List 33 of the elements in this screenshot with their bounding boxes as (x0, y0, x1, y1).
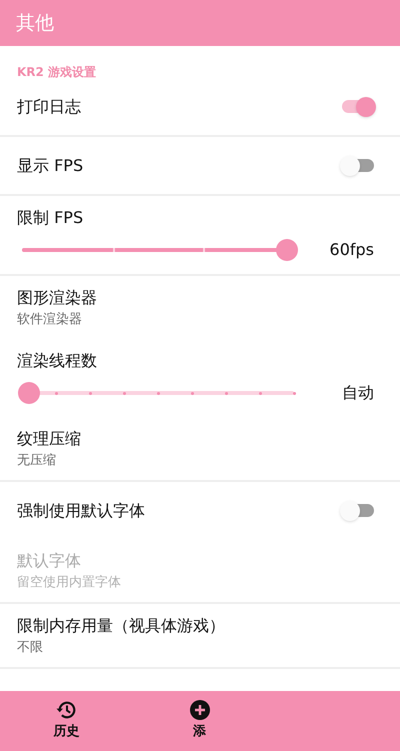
slider-thumb[interactable] (276, 239, 298, 261)
section-header: KR2 游戏设置 (17, 65, 96, 79)
settings-row[interactable]: 打印日志 (0, 78, 400, 135)
nav-item[interactable]: 历史 (0, 691, 133, 751)
settings-row[interactable]: 强制使用默认字体 (0, 482, 400, 539)
setting-title: 图形渲染器 (17, 286, 98, 309)
slider-track[interactable] (18, 382, 298, 404)
settings-row[interactable]: 图形渲染器 软件渲染器 (0, 276, 400, 339)
setting-title: 强制使用默认字体 (17, 500, 145, 522)
settings-row[interactable]: 显示 FPS (0, 137, 400, 194)
setting-title: 显示 FPS (17, 154, 84, 176)
setting-value: 留空使用内置字体 (17, 574, 122, 592)
setting-title: 打印日志 (17, 96, 81, 118)
setting-title: 限制内存用量（视具体游戏） (17, 614, 226, 637)
settings-row[interactable]: 纹理压缩 无压缩 (0, 417, 400, 480)
setting-title: 纹理压缩 (17, 428, 82, 450)
nav-item[interactable]: 添 (133, 691, 266, 751)
settings-row[interactable]: 限制内存用量（视具体游戏） 不限 (0, 604, 400, 667)
history-icon (56, 700, 78, 720)
setting-value: 无压缩 (17, 452, 57, 470)
setting-title: 限制 FPS (17, 208, 84, 227)
setting-title: 默认字体 (17, 550, 82, 572)
toggle-switch[interactable] (340, 96, 376, 116)
slider-value: 60fps (330, 239, 374, 261)
app-bar-title: 其他 (16, 10, 54, 36)
setting-value: 软件渲染器 (17, 310, 83, 329)
slider-thumb[interactable] (18, 382, 40, 404)
setting-value: 不限 (17, 638, 44, 657)
toggle-switch[interactable] (340, 500, 376, 520)
toggle-switch[interactable] (340, 156, 376, 176)
plus-circle-icon (190, 700, 210, 720)
slider-value: 自动 (342, 382, 374, 404)
setting-title: 渲染线程数 (17, 351, 97, 370)
